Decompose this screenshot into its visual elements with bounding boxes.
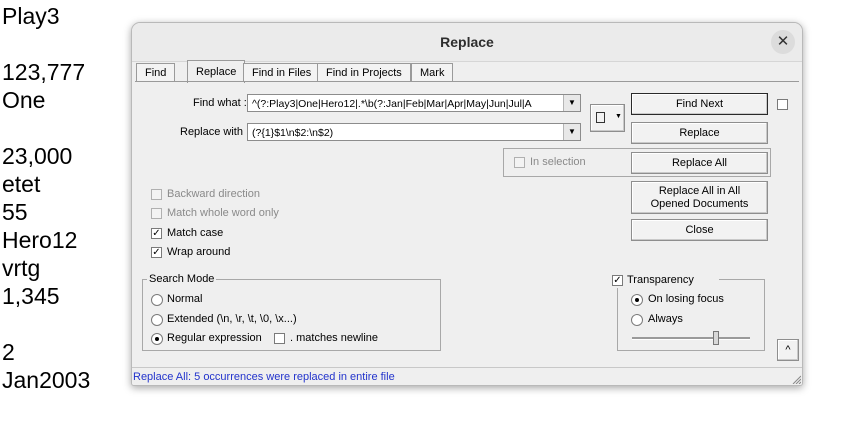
window-icon — [596, 112, 605, 123]
document-line: 55 — [2, 199, 28, 225]
find-next-toggle-checkbox[interactable] — [777, 99, 788, 110]
dot-matches-newline-checkbox[interactable] — [274, 333, 285, 344]
chevron-down-icon[interactable]: ▼ — [563, 95, 580, 111]
document-line: Hero12 — [2, 227, 78, 253]
dialog-titlebar[interactable]: Replace ✕ — [132, 23, 802, 62]
swap-strings-button[interactable]: ▼ — [590, 104, 625, 132]
extended-mode-label: Extended (\n, \r, \t, \0, \x...) — [167, 313, 297, 325]
chevron-down-icon: ▼ — [615, 113, 622, 120]
collapse-button[interactable]: ^ — [777, 339, 799, 361]
replace-dialog: Replace ✕ Find Replace Find in Files Fin… — [131, 22, 803, 386]
transparency-slider-track[interactable] — [632, 337, 750, 340]
always-radio[interactable] — [631, 314, 643, 326]
transparency-slider-thumb[interactable] — [713, 331, 719, 345]
search-mode-title: Search Mode — [147, 273, 217, 285]
tab-find-in-projects[interactable]: Find in Projects — [317, 63, 411, 82]
tab-replace[interactable]: Replace — [187, 60, 246, 83]
find-what-label: Find what : — [193, 97, 247, 109]
document-text: Play3 123,777 One 23,000 etet 55 Hero12 vrtg 1,3… — [2, 2, 90, 394]
tab-divider — [135, 81, 799, 82]
wrap-around-checkbox[interactable]: ✓ — [151, 247, 162, 258]
tab-find[interactable]: Find — [136, 63, 176, 82]
normal-mode-radio[interactable] — [151, 294, 163, 306]
tab-mark[interactable]: Mark — [411, 63, 454, 82]
match-case-checkbox[interactable]: ✓ — [151, 228, 162, 239]
normal-mode-label: Normal — [167, 293, 203, 305]
replace-button[interactable]: Replace — [631, 122, 768, 144]
transparency-checkbox[interactable]: ✓ — [612, 275, 623, 286]
find-what-input[interactable]: ^(?:Play3|One|Hero12|.*\b(?:Jan|Feb|Mar|… — [247, 94, 581, 112]
document-line: 1,345 — [2, 283, 60, 309]
always-label: Always — [648, 313, 683, 325]
match-case-label: Match case — [167, 227, 224, 239]
document-line: 123,777 — [2, 59, 86, 85]
replace-all-docs-line2: Opened Documents — [650, 198, 749, 210]
regex-mode-label: Regular expression — [167, 332, 262, 344]
on-losing-focus-label: On losing focus — [648, 293, 724, 305]
find-what-value: ^(?:Play3|One|Hero12|.*\b(?:Jan|Feb|Mar|… — [252, 98, 532, 110]
replace-with-input[interactable]: (?{1}$1\n$2:\n$2) ▼ — [247, 123, 581, 141]
status-message: Replace All: 5 occurrences were replaced… — [133, 371, 395, 383]
document-line: One — [2, 87, 46, 113]
document-line: 23,000 — [2, 143, 73, 169]
in-selection-checkbox[interactable] — [514, 157, 525, 168]
chevron-down-icon[interactable]: ▼ — [563, 124, 580, 140]
replace-all-docs-line1: Replace All in All — [658, 185, 741, 197]
document-line: vrtg — [2, 255, 41, 281]
find-next-button[interactable]: Find Next — [631, 93, 768, 115]
transparency-label: Transparency — [627, 274, 694, 286]
status-bar: Replace All: 5 occurrences were replaced… — [132, 367, 802, 385]
resize-grip-icon[interactable] — [791, 374, 801, 384]
tab-find-in-files[interactable]: Find in Files — [243, 63, 321, 82]
replace-with-value: (?{1}$1\n$2:\n$2) — [252, 127, 334, 139]
match-whole-word-label: Match whole word only — [167, 207, 279, 219]
regex-mode-radio[interactable] — [151, 333, 163, 345]
in-selection-label: In selection — [530, 156, 586, 168]
replace-all-in-opened-docs-button[interactable]: Replace All in All Opened Documents — [631, 181, 768, 214]
dialog-title: Replace — [440, 34, 494, 50]
backward-direction-checkbox[interactable] — [151, 189, 162, 200]
on-losing-focus-radio[interactable] — [631, 294, 643, 306]
close-button[interactable]: Close — [631, 219, 768, 241]
document-line: 2 — [2, 339, 15, 365]
dot-matches-newline-label: . matches newline — [290, 332, 379, 344]
transparency-header: ✓ Transparency — [609, 272, 719, 288]
document-line: etet — [2, 171, 41, 197]
document-line: Jan2003 — [2, 367, 91, 393]
extended-mode-radio[interactable] — [151, 314, 163, 326]
replace-with-label: Replace with : — [180, 126, 250, 138]
wrap-around-label: Wrap around — [167, 246, 231, 258]
replace-all-button[interactable]: Replace All — [631, 152, 768, 174]
match-whole-word-checkbox[interactable] — [151, 208, 162, 219]
document-line: Play3 — [2, 3, 60, 29]
close-icon[interactable]: ✕ — [771, 30, 795, 54]
backward-direction-label: Backward direction — [167, 188, 260, 200]
